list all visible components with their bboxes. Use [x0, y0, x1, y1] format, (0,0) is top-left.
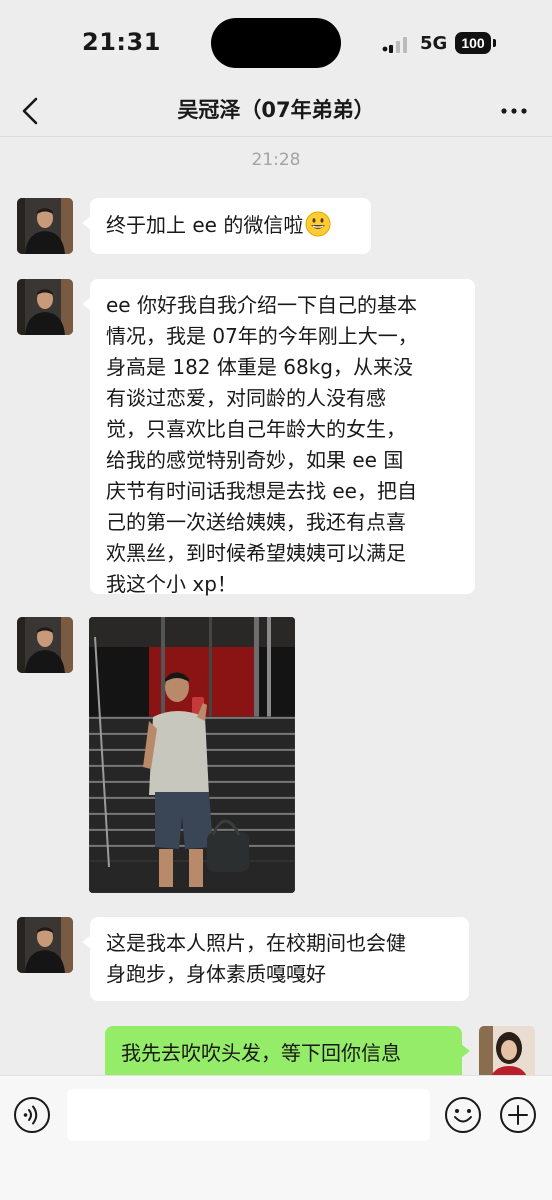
contact-avatar[interactable] [17, 198, 73, 254]
plus-icon[interactable] [499, 1096, 537, 1134]
battery-cap [493, 39, 496, 47]
message-bubble[interactable]: 终于加上 ee 的微信啦 [82, 198, 371, 254]
status-bar: 21:31 5G 100 [0, 0, 552, 86]
message-line: 己的第一次送给姨姨，我还有点喜 [106, 510, 406, 534]
message-line: 有谈过恋爱，对同龄的人没有感 [106, 386, 386, 410]
message-line: 觉，只喜欢比自己年龄大的女生， [106, 417, 406, 441]
more-dots-icon[interactable] [496, 98, 532, 124]
voice-icon[interactable] [13, 1096, 51, 1134]
message-line: 情况，我是 07年的今年刚上大一， [106, 324, 418, 348]
dynamic-island [211, 18, 341, 68]
chat-title: 吴冠泽（07年弟弟） [177, 98, 375, 122]
input-bar [0, 1075, 552, 1200]
message-bubble[interactable]: 这是我本人照片，在校期间也会健 身跑步，身体素质嘎嘎好 [82, 917, 469, 1001]
emoji-icon[interactable] [444, 1096, 482, 1134]
message-line: 身高是 182 体重是 68kg，从来没 [106, 355, 413, 379]
my-avatar[interactable] [479, 1026, 535, 1082]
grinning-face-emoji [305, 211, 331, 237]
message-line: 身跑步，身体素质嘎嘎好 [106, 962, 326, 986]
message-line: 这是我本人照片，在校期间也会健 [106, 931, 406, 955]
chat-screen: 21:31 5G 100 吴冠泽（07年弟弟） 21:28 终于加上 ee 的微… [0, 0, 552, 1200]
message-input[interactable] [67, 1089, 430, 1141]
battery-icon: 100 [455, 32, 491, 54]
message-text: 终于加上 ee 的微信啦 [106, 213, 304, 237]
message-line: ee 你好我自我介绍一下自己的基本 [106, 293, 417, 317]
message-text: 我先去吹吹头发，等下回你信息 [121, 1041, 401, 1065]
contact-avatar[interactable] [17, 917, 73, 973]
message-line: 我这个小 xp！ [106, 572, 237, 596]
message-line: 给我的感觉特别奇妙，如果 ee 国 [106, 448, 404, 472]
message-line: 欢黑丝，到时候希望姨姨可以满足 [106, 541, 406, 565]
status-time: 21:31 [82, 28, 161, 56]
chat-timestamp: 21:28 [251, 150, 301, 170]
chevron-left-icon[interactable] [16, 94, 46, 128]
message-bubble[interactable]: ee 你好我自我介绍一下自己的基本 情况，我是 07年的今年刚上大一， 身高是 … [82, 279, 475, 596]
contact-avatar[interactable] [17, 617, 73, 673]
message-line: 庆节有时间话我想是去找 ee，把自 [106, 479, 417, 503]
contact-avatar[interactable] [17, 279, 73, 335]
signal-icon [382, 37, 407, 53]
outgoing-message-bubble[interactable]: 我先去吹吹头发，等下回你信息 [105, 1026, 470, 1082]
photo-message[interactable] [89, 617, 295, 893]
network-label: 5G [420, 33, 448, 54]
nav-bar: 吴冠泽（07年弟弟） [0, 86, 552, 137]
